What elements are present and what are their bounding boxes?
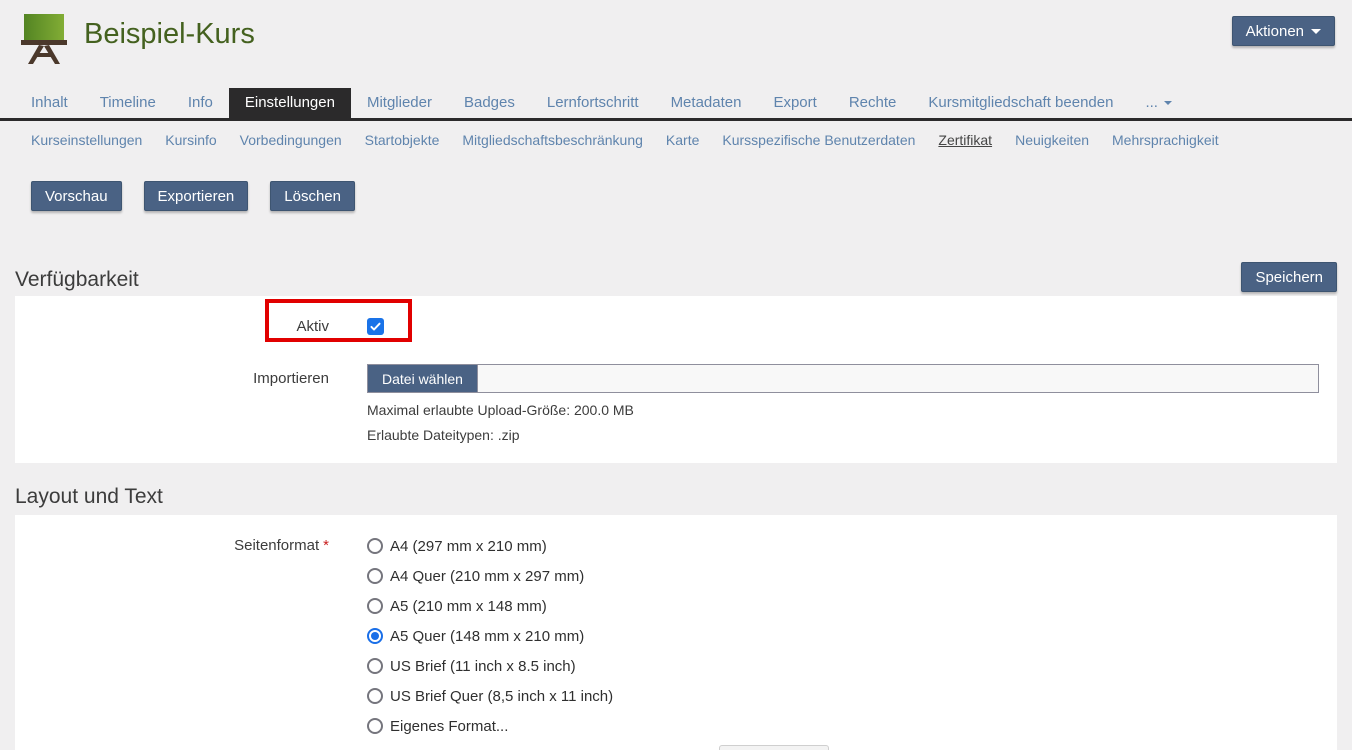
subtab-neuigkeiten[interactable]: Neuigkeiten (1015, 132, 1089, 152)
availability-section-header: Verfügbarkeit Speichern (15, 262, 1337, 292)
import-label: Importieren (15, 370, 329, 387)
subtab-zertifikat[interactable]: Zertifikat (938, 132, 992, 152)
main-tab-bar: Inhalt Timeline Info Einstellungen Mitgl… (0, 87, 1352, 121)
page-format-row: Seitenformat* A4 (297 mm x 210 mm) A4 Qu… (15, 531, 1337, 750)
upload-hints: Maximal erlaubte Upload-Größe: 200.0 MB … (367, 398, 1337, 448)
tab-info[interactable]: Info (172, 88, 229, 118)
checkmark-icon (369, 320, 382, 333)
tab-inhalt[interactable]: Inhalt (15, 88, 84, 118)
tab-kursmitgliedschaft-beenden[interactable]: Kursmitgliedschaft beenden (912, 88, 1129, 118)
radio-button-icon (367, 598, 383, 614)
page-format-options: A4 (297 mm x 210 mm) A4 Quer (210 mm x 2… (367, 531, 829, 750)
subtab-vorbedingungen[interactable]: Vorbedingungen (240, 132, 342, 152)
subtab-mitgliedschaftsbeschraenkung[interactable]: Mitgliedschaftsbeschränkung (462, 132, 643, 152)
active-label: Aktiv (15, 318, 329, 335)
import-row: Importieren Datei wählen (15, 364, 1337, 393)
file-upload-input[interactable]: Datei wählen (367, 364, 1319, 393)
preview-button[interactable]: Vorschau (31, 181, 122, 211)
radio-a4[interactable]: A4 (297 mm x 210 mm) (367, 531, 829, 561)
subtab-karte[interactable]: Karte (666, 132, 699, 152)
radio-a5-quer[interactable]: A5 Quer (148 mm x 210 mm) (367, 621, 829, 651)
tab-einstellungen[interactable]: Einstellungen (229, 88, 351, 118)
easel-course-icon (14, 12, 72, 64)
radio-button-icon (367, 658, 383, 674)
radio-button-icon (367, 718, 383, 734)
page-format-label: Seitenformat* (15, 531, 329, 561)
availability-section-title: Verfügbarkeit (15, 268, 139, 292)
page-title: Beispiel-Kurs (84, 18, 255, 51)
radio-a5[interactable]: A5 (210 mm x 148 mm) (367, 591, 829, 621)
tab-lernfortschritt[interactable]: Lernfortschritt (531, 88, 655, 118)
radio-button-selected-icon (367, 628, 383, 644)
radio-button-icon (367, 568, 383, 584)
radio-button-icon (367, 688, 383, 704)
tab-more[interactable]: ... (1129, 88, 1188, 118)
active-row: Aktiv (15, 306, 1337, 346)
layout-text-section-title: Layout und Text (15, 485, 163, 509)
export-button[interactable]: Exportieren (144, 181, 249, 211)
subtab-startobjekte[interactable]: Startobjekte (365, 132, 440, 152)
tab-export[interactable]: Export (757, 88, 832, 118)
radio-button-icon (367, 538, 383, 554)
layout-text-panel: Seitenformat* A4 (297 mm x 210 mm) A4 Qu… (15, 515, 1337, 750)
delete-button[interactable]: Löschen (270, 181, 355, 211)
radio-us-brief-quer[interactable]: US Brief Quer (8,5 inch x 11 inch) (367, 681, 829, 711)
save-button[interactable]: Speichern (1241, 262, 1337, 292)
required-marker: * (323, 537, 329, 554)
tab-badges[interactable]: Badges (448, 88, 531, 118)
settings-sub-tab-bar: Kurseinstellungen Kursinfo Vorbedingunge… (0, 121, 1352, 152)
tab-rechte[interactable]: Rechte (833, 88, 913, 118)
certificate-toolbar: Vorschau Exportieren Löschen (31, 181, 1352, 211)
caret-down-icon (1311, 29, 1321, 34)
partial-dropdown[interactable] (719, 745, 829, 750)
radio-us-brief[interactable]: US Brief (11 inch x 8.5 inch) (367, 651, 829, 681)
subtab-kursspezifische-benutzerdaten[interactable]: Kursspezifische Benutzerdaten (722, 132, 915, 152)
tab-timeline[interactable]: Timeline (84, 88, 172, 118)
choose-file-button[interactable]: Datei wählen (368, 365, 478, 392)
tab-metadaten[interactable]: Metadaten (655, 88, 758, 118)
layout-text-section-header: Layout und Text (15, 483, 1337, 509)
radio-a4-quer[interactable]: A4 Quer (210 mm x 297 mm) (367, 561, 829, 591)
caret-down-icon (1164, 101, 1172, 105)
allowed-filetypes-hint: Erlaubte Dateitypen: .zip (367, 423, 1337, 448)
subtab-kursinfo[interactable]: Kursinfo (165, 132, 216, 152)
radio-eigenes-format[interactable]: Eigenes Format... (367, 711, 829, 741)
subtab-mehrsprachigkeit[interactable]: Mehrsprachigkeit (1112, 132, 1219, 152)
course-header: Beispiel-Kurs Aktionen (0, 0, 1352, 87)
subtab-kurseinstellungen[interactable]: Kurseinstellungen (31, 132, 142, 152)
availability-panel: Aktiv Importieren Datei wählen Maximal e… (15, 296, 1337, 463)
actions-button[interactable]: Aktionen (1232, 16, 1335, 46)
max-upload-size-hint: Maximal erlaubte Upload-Größe: 200.0 MB (367, 398, 1337, 423)
tab-mitglieder[interactable]: Mitglieder (351, 88, 448, 118)
active-checkbox[interactable] (367, 318, 384, 335)
